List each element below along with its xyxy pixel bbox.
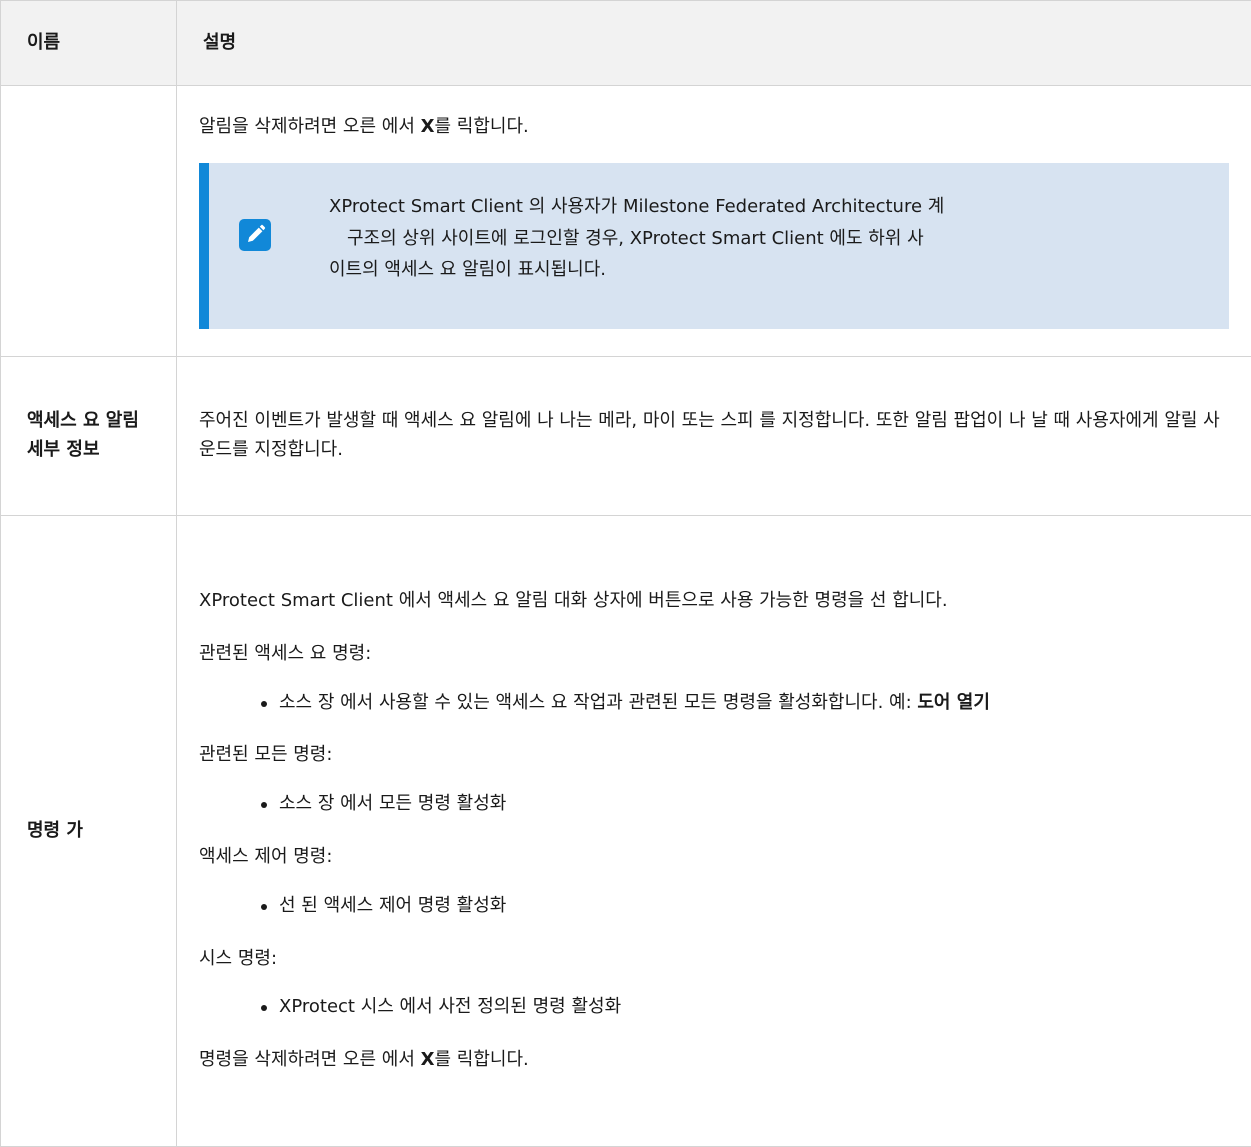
row-description-cell: 알림을 삭제하려면 오른 에서 X를 릭합니다. XProtect Smart … — [177, 86, 1251, 357]
row-description-cell: XProtect Smart Client 에서 액세스 요 알림 대화 상자에… — [177, 516, 1251, 1147]
pencil-icon — [239, 219, 271, 251]
column-header-name: 이름 — [1, 1, 177, 86]
list-item: 소스 장 에서 모든 명령 활성화 — [199, 790, 1229, 819]
table-header-row: 이름 설명 — [1, 1, 1251, 86]
instruction-text: 알림을 삭제하려면 오른 에서 — [199, 116, 421, 137]
column-header-description: 설명 — [177, 1, 1251, 86]
list-item: 선 된 액세스 제어 명령 활성화 — [199, 892, 1229, 921]
note-line-2: 구조의 상위 사이트에 로그인할 경우, XProtect Smart Clie… — [329, 223, 1119, 254]
row-description-cell: 주어진 이벤트가 발생할 때 액세스 요 알림에 나 나는 메라, 마이 또는 … — [177, 357, 1251, 516]
row-name-cell: 액세스 요 알림 세부 정보 — [1, 357, 177, 516]
list-item: XProtect 시스 에서 사전 정의된 명령 활성화 — [199, 993, 1229, 1022]
table-row: 알림을 삭제하려면 오른 에서 X를 릭합니다. XProtect Smart … — [1, 86, 1251, 357]
instruction-bold-x: X — [421, 116, 435, 137]
group-label-access-control: 액세스 제어 명령: — [199, 843, 1229, 872]
note-callout: XProtect Smart Client 의 사용자가 Milestone F… — [199, 163, 1229, 329]
instruction-text-after: 를 릭합니다. — [435, 116, 529, 137]
table-row: 명령 가 XProtect Smart Client 에서 액세스 요 알림 대… — [1, 516, 1251, 1147]
instruction-bold-x: X — [421, 1049, 435, 1070]
instruction-text-after: 를 릭합니다. — [435, 1049, 529, 1070]
bullet-bold-door-open: 도어 열기 — [917, 692, 990, 713]
group-label-system: 시스 명령: — [199, 945, 1229, 974]
group-label-all-related: 관련된 모든 명령: — [199, 741, 1229, 770]
commands-intro: XProtect Smart Client 에서 액세스 요 알림 대화 상자에… — [199, 587, 1229, 616]
properties-table: 이름 설명 알림을 삭제하려면 오른 에서 X를 릭합니다. XProtect … — [0, 0, 1251, 1147]
alarm-details-description: 주어진 이벤트가 발생할 때 액세스 요 알림에 나 나는 메라, 마이 또는 … — [199, 407, 1229, 465]
bullet-text: 소스 장 에서 사용할 수 있는 액세스 요 작업과 관련된 모든 명령을 활성… — [279, 692, 917, 713]
group-label-related-access: 관련된 액세스 요 명령: — [199, 640, 1229, 669]
note-line-3: 이트의 액세스 요 알림이 표시됩니다. — [329, 254, 1119, 285]
row-name-cell — [1, 86, 177, 357]
table-row: 액세스 요 알림 세부 정보 주어진 이벤트가 발생할 때 액세스 요 알림에 … — [1, 357, 1251, 516]
delete-command-instruction: 명령을 삭제하려면 오른 에서 X를 릭합니다. — [199, 1046, 1229, 1075]
note-line-1: XProtect Smart Client 의 사용자가 Milestone F… — [329, 191, 1119, 222]
list-item: 소스 장 에서 사용할 수 있는 액세스 요 작업과 관련된 모든 명령을 활성… — [199, 689, 1229, 718]
delete-alarm-instruction: 알림을 삭제하려면 오른 에서 X를 릭합니다. — [199, 113, 1229, 142]
row-name-cell: 명령 가 — [1, 516, 177, 1147]
instruction-text: 명령을 삭제하려면 오른 에서 — [199, 1049, 421, 1070]
